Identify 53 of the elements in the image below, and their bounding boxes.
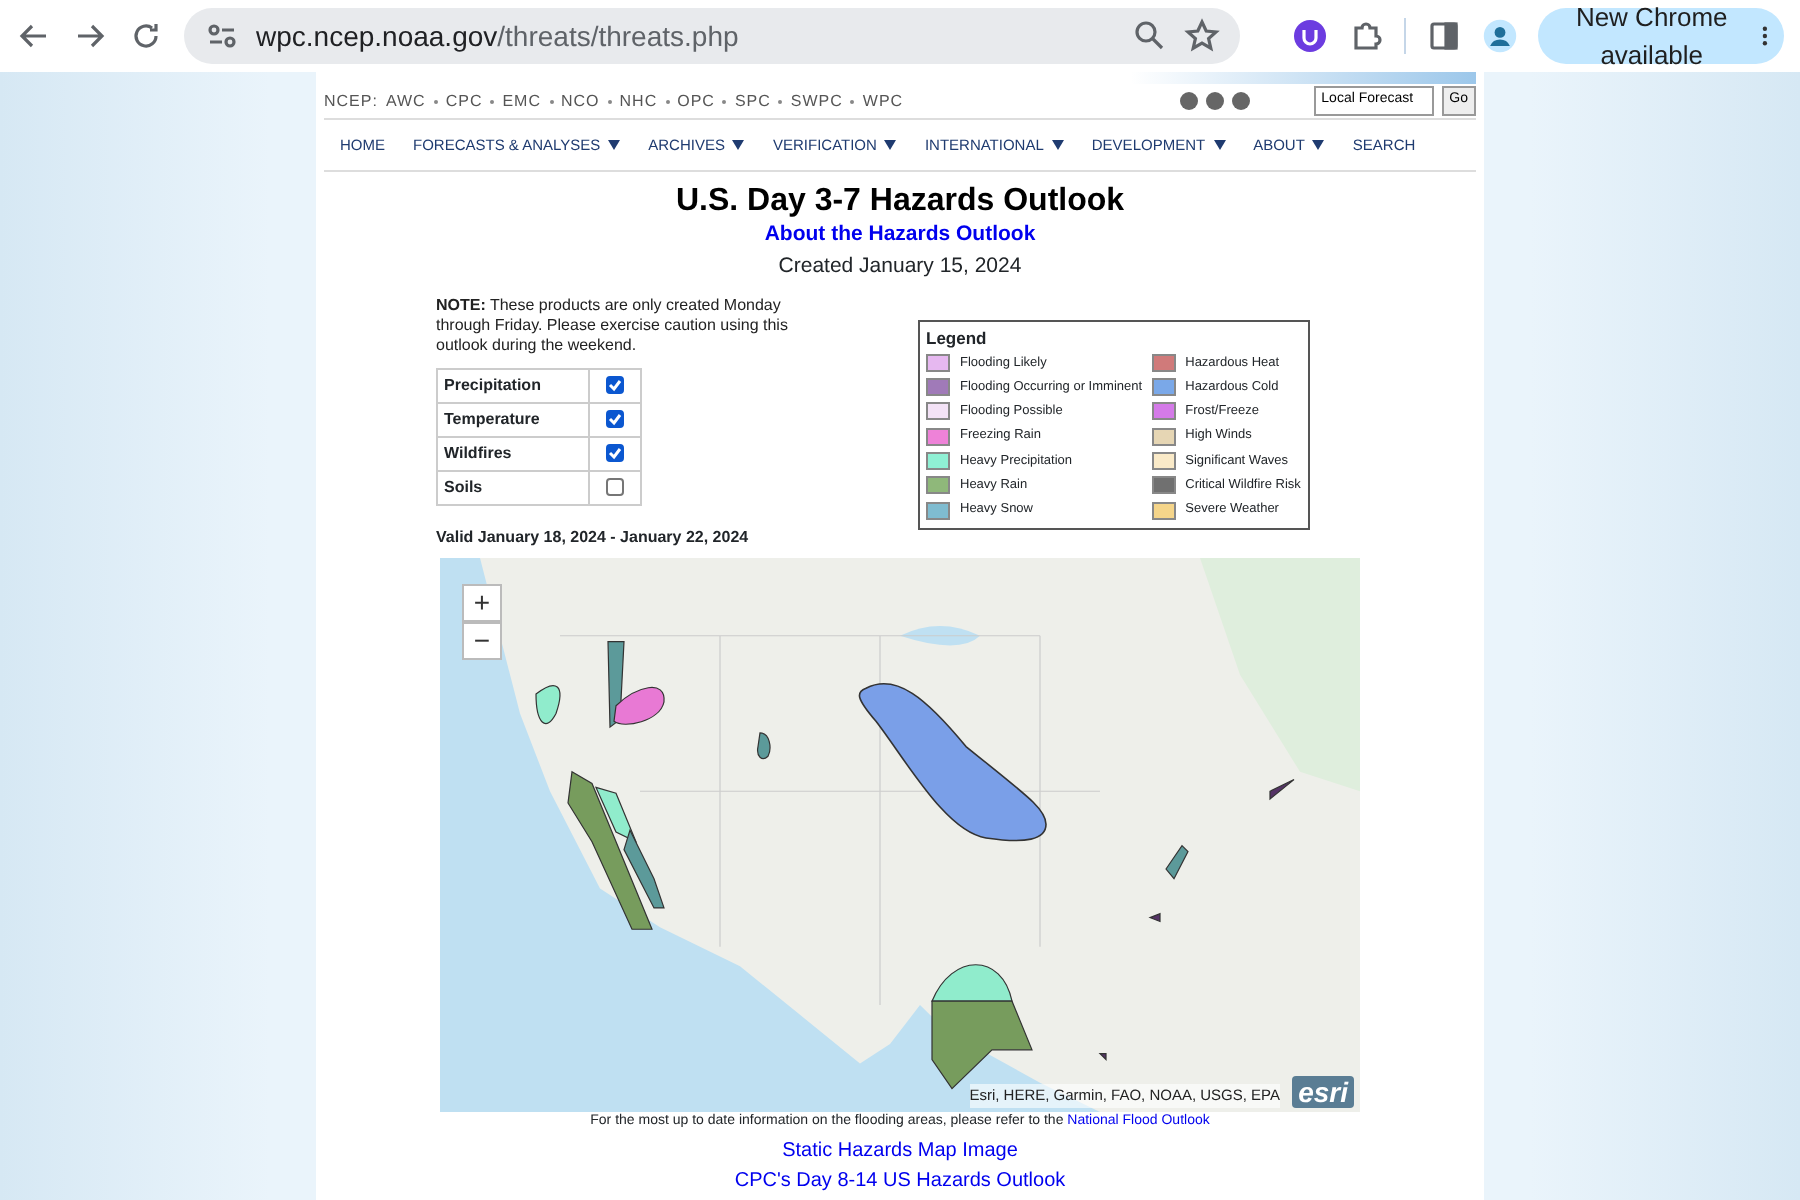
ncep-link[interactable]: OPC xyxy=(677,89,715,113)
created-date: Created January 15, 2024 xyxy=(776,251,1024,282)
separator-dot xyxy=(607,99,612,103)
valid-dates: Valid January 18, 2024 - January 22, 2024 xyxy=(436,525,751,549)
layer-label: Temperature xyxy=(437,402,589,436)
separator-dot xyxy=(433,99,438,103)
separator-dot xyxy=(722,99,727,103)
layer-label: Precipitation xyxy=(437,368,589,402)
ncep-link[interactable]: SPC xyxy=(734,89,771,113)
address-bar[interactable]: wpc.ncep.noaa.gov/threats/threats.php xyxy=(184,8,1240,64)
ncep-link[interactable]: CPC xyxy=(445,89,483,113)
ncep-link[interactable]: WPC xyxy=(862,89,904,113)
page-title: U.S. Day 3-7 Hazards Outlook xyxy=(673,182,1127,220)
ncep-link[interactable]: NCO xyxy=(561,89,600,113)
layer-checkbox[interactable] xyxy=(606,477,624,496)
ncep-label: NCEP: xyxy=(324,89,378,113)
ncep-link[interactable]: NHC xyxy=(619,89,658,113)
layer-checkbox[interactable] xyxy=(606,375,624,394)
more-icon[interactable] xyxy=(1762,22,1768,50)
outlook-link[interactable]: CPC's Day 8-14 US Hazards Outlook xyxy=(734,1170,1066,1194)
url-text: wpc.ncep.noaa.gov/threats/threats.php xyxy=(256,17,741,56)
side-panel-icon[interactable] xyxy=(1425,18,1462,54)
ncep-link[interactable]: AWC xyxy=(385,89,426,113)
layer-checkbox[interactable] xyxy=(606,443,624,462)
caret-icon[interactable] xyxy=(1051,140,1064,150)
esri-logo: esri xyxy=(1292,1075,1354,1107)
separator-dot xyxy=(549,99,553,103)
zoom-icon[interactable] xyxy=(1132,18,1168,54)
caret-icon[interactable] xyxy=(608,140,621,150)
separator-dot xyxy=(490,99,495,103)
reload-icon[interactable] xyxy=(128,18,164,54)
ncep-link[interactable]: SWPC xyxy=(790,89,843,113)
legend-title: Legend xyxy=(926,325,989,351)
layer-checkbox[interactable] xyxy=(606,409,624,428)
separator-dot xyxy=(665,99,670,103)
outlook-link[interactable]: Static Hazards Map Image xyxy=(782,1140,1018,1164)
bookmark-star-icon[interactable] xyxy=(1184,18,1220,54)
ncep-link[interactable]: EMC xyxy=(502,89,541,113)
note-text: NOTE: These products are only created Monday through Friday. Please exercise caution using this outlook during the weekend. xyxy=(436,295,790,355)
update-chrome-button[interactable]: New Chrome available xyxy=(1537,8,1784,64)
caret-icon[interactable] xyxy=(732,140,745,150)
caret-icon[interactable] xyxy=(1213,140,1226,150)
profile-icon[interactable] xyxy=(1481,18,1518,54)
layer-label: Soils xyxy=(437,470,589,504)
separator-dot xyxy=(778,99,783,103)
about-link[interactable]: About the Hazards Outlook xyxy=(764,220,1036,252)
layer-label: Wildfires xyxy=(437,436,589,470)
separator-dot xyxy=(850,99,855,103)
extension-icon[interactable] xyxy=(1291,18,1328,54)
caret-icon[interactable] xyxy=(1312,140,1325,150)
caret-icon[interactable] xyxy=(884,140,897,150)
zoom-in-button[interactable]: + xyxy=(462,583,502,621)
zoom-out-button[interactable]: − xyxy=(462,621,502,659)
